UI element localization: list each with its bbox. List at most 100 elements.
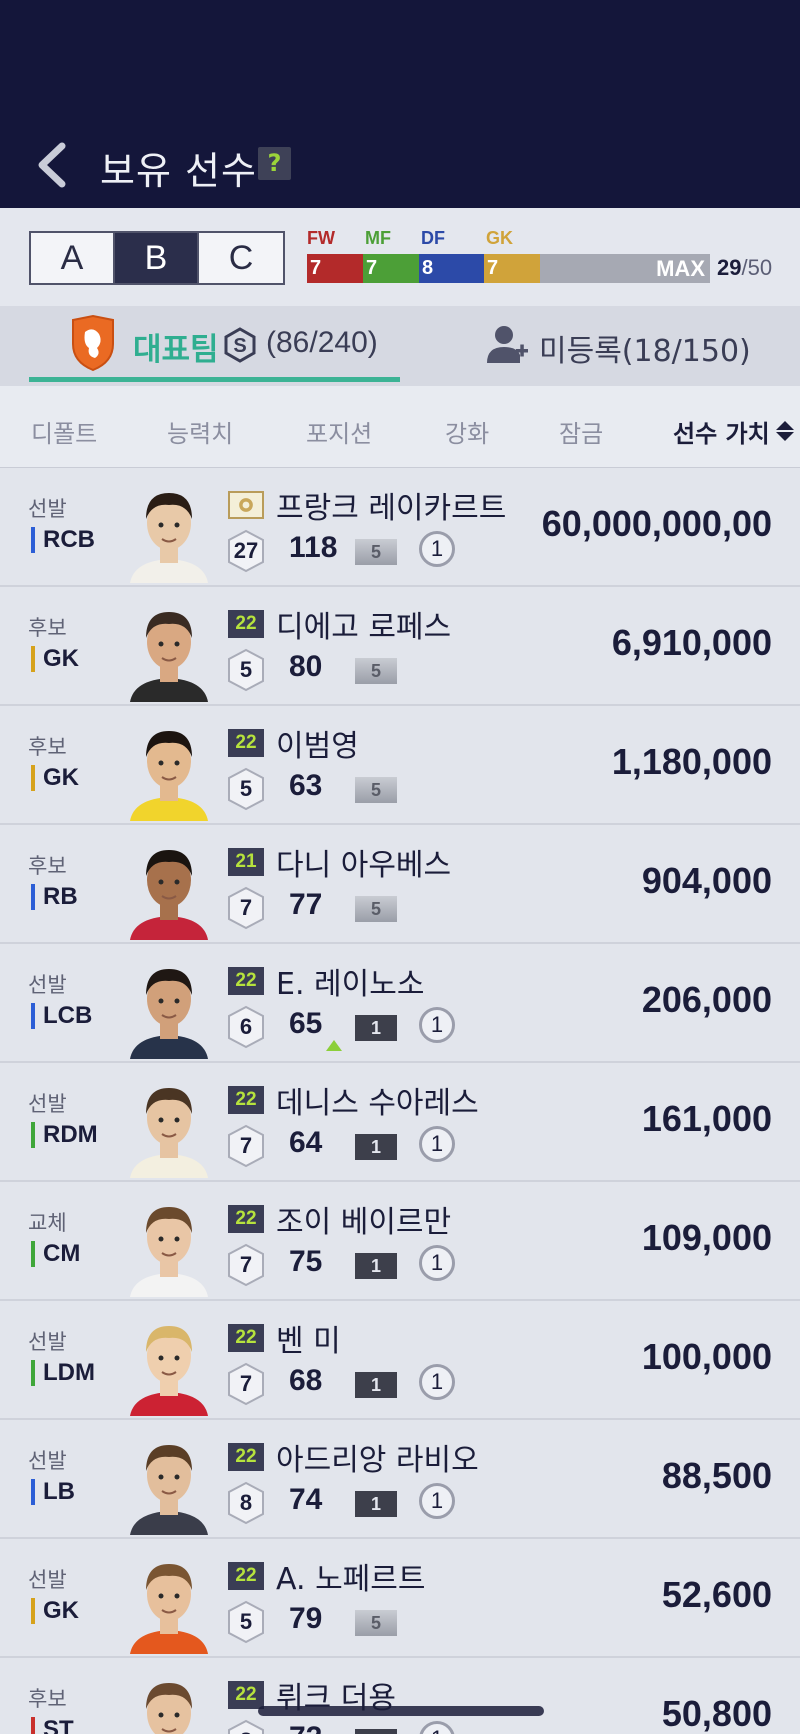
player-position: LB [31, 1479, 75, 1505]
player-row[interactable]: 후보 GK 22 이범영 5 63 5 1,180,000 [0, 707, 800, 825]
player-ovr: 63 [289, 769, 323, 802]
player-ovr: 72 [289, 1721, 322, 1734]
player-role: 선발 [28, 1330, 67, 1354]
sort-enhance[interactable]: 강화 [445, 414, 489, 449]
season-badge: 22 [228, 1681, 264, 1709]
player-photo [130, 1445, 208, 1535]
active-tab-underline [29, 377, 400, 382]
squad-tab-c[interactable]: C [199, 233, 283, 283]
trade-count: 1 [419, 1483, 455, 1519]
player-photo [130, 1564, 208, 1654]
sort-lock[interactable]: 잠금 [559, 414, 603, 449]
season-icon [228, 491, 264, 519]
player-position: ST [31, 1717, 74, 1734]
player-position: RB [31, 884, 78, 910]
back-arrow-icon[interactable] [34, 140, 74, 190]
player-value: 560,000,000,00 [542, 503, 772, 544]
season-badge: 22 [228, 610, 264, 638]
tab-unregistered[interactable]: 미등록(18/150) [539, 326, 751, 370]
player-position: GK [31, 646, 79, 672]
player-name: 프랑크 레이카르트 [276, 491, 507, 526]
player-ovr: 65 [289, 1007, 323, 1040]
sort-ability[interactable]: 능력치 [167, 414, 233, 449]
player-photo [130, 969, 208, 1059]
enhance-level: 1 [355, 1134, 397, 1160]
player-photo [130, 1207, 208, 1297]
player-role: 교체 [28, 1211, 67, 1235]
season-badge: 22 [228, 1205, 264, 1233]
player-grade: 5 [239, 776, 253, 801]
player-name: 디에고 로페스 [276, 610, 452, 645]
player-ovr: 77 [289, 888, 323, 921]
add-user-icon [487, 326, 528, 363]
sort-player-value[interactable]: 선수 가치 [673, 414, 770, 449]
player-row[interactable]: 후보ST22뤼크 더용8721150,800 [0, 1659, 800, 1734]
player-ovr: 64 [289, 1126, 323, 1159]
player-value: 904,000 [641, 860, 772, 901]
home-indicator [258, 1706, 544, 1716]
trade-count: 1 [419, 531, 455, 567]
svg-text:S: S [233, 335, 246, 357]
tab-national-team[interactable]: 대표팀 [133, 324, 219, 369]
player-photo [130, 1088, 208, 1178]
player-ovr: 118 [289, 531, 338, 564]
squad-tab-a[interactable]: A [31, 233, 115, 283]
player-name: 다니 아우베스 [276, 848, 452, 883]
player-value: 100,000 [641, 1336, 772, 1377]
season-badge: 22 [228, 1324, 264, 1352]
player-row[interactable]: 후보 GK 22 디에고 로페스 5 80 5 6,910,000 [0, 588, 800, 706]
enhance-level: 1 [355, 1729, 397, 1734]
player-grade: 8 [226, 1719, 266, 1734]
season-badge: 22 [228, 729, 264, 757]
player-row[interactable]: 선발 RDM 22 데니스 수아레스 7 64 1 1 161,000 [0, 1064, 800, 1182]
player-photo [130, 731, 208, 821]
player-ovr: 75 [289, 1245, 323, 1278]
help-icon[interactable]: ? [258, 147, 291, 180]
sort-position[interactable]: 포지션 [306, 414, 372, 449]
fw-label: FW [307, 228, 335, 248]
player-value: 1,180,000 [611, 741, 772, 782]
player-role: 후보 [28, 854, 67, 878]
player-role: 후보 [28, 1687, 67, 1711]
player-position: CM [31, 1241, 80, 1267]
enhance-level: 1 [355, 1253, 397, 1279]
player-row[interactable]: 선발 LB 22 아드리앙 라비오 8 74 1 1 88,500 [0, 1421, 800, 1539]
squad-tab-b[interactable]: B [115, 233, 199, 283]
player-name: A. 노페르트 [276, 1562, 426, 1597]
header-bar: 보유 선수 ? [0, 0, 800, 208]
sort-order-icon[interactable] [775, 420, 795, 442]
mf-label: MF [365, 228, 391, 248]
player-role: 선발 [28, 1092, 67, 1116]
player-row[interactable]: 후보 RB 21 다니 아우베스 7 77 5 904,000 [0, 826, 800, 944]
max-bar: MAX [540, 254, 710, 283]
player-position: LCB [31, 1003, 92, 1029]
player-name: 벤 미 [276, 1324, 341, 1359]
player-ovr: 68 [289, 1364, 323, 1397]
season-badge: 21 [228, 848, 264, 876]
player-grade: 27 [233, 538, 259, 563]
trade-count: 1 [419, 1364, 455, 1400]
df-bar: 8 [419, 254, 484, 283]
player-ovr: 79 [289, 1602, 323, 1635]
enhance-level: 5 [355, 896, 397, 922]
player-photo [130, 612, 208, 702]
player-row[interactable]: 선발 RCB 프랑크 레이카르트 27 118 5 1 560,000,000,00 [0, 469, 800, 587]
player-role: 후보 [28, 735, 67, 759]
player-value: 88,500 [661, 1455, 772, 1496]
player-photo [130, 850, 208, 940]
app-root: 보유 선수 ? A B C FW MF DF GK 7 7 8 7 MAX 29… [0, 0, 800, 1734]
player-row[interactable]: 교체 CM 22 조이 베이르만 7 75 1 1 109,000 [0, 1183, 800, 1301]
player-row[interactable]: 선발 LDM 22 벤 미 7 68 1 1 100,000 [0, 1302, 800, 1420]
player-value: 161,000 [641, 1098, 772, 1139]
s-badge-icon: S [224, 327, 256, 363]
player-grade: 8 [239, 1490, 253, 1515]
sort-default[interactable]: 디폴트 [31, 414, 97, 449]
player-ovr: 80 [289, 650, 323, 683]
player-name: 데니스 수아레스 [276, 1086, 479, 1121]
player-row[interactable]: 선발 LCB 22 E. 레이노소 6 65 1 1 206,000 [0, 945, 800, 1063]
player-row[interactable]: 선발 GK 22 A. 노페르트 5 79 5 52,600 [0, 1540, 800, 1658]
player-name: E. 레이노소 [276, 967, 425, 1002]
player-name: 조이 베이르만 [276, 1205, 452, 1240]
player-position: RCB [31, 527, 95, 553]
enhance-level: 1 [355, 1372, 397, 1398]
